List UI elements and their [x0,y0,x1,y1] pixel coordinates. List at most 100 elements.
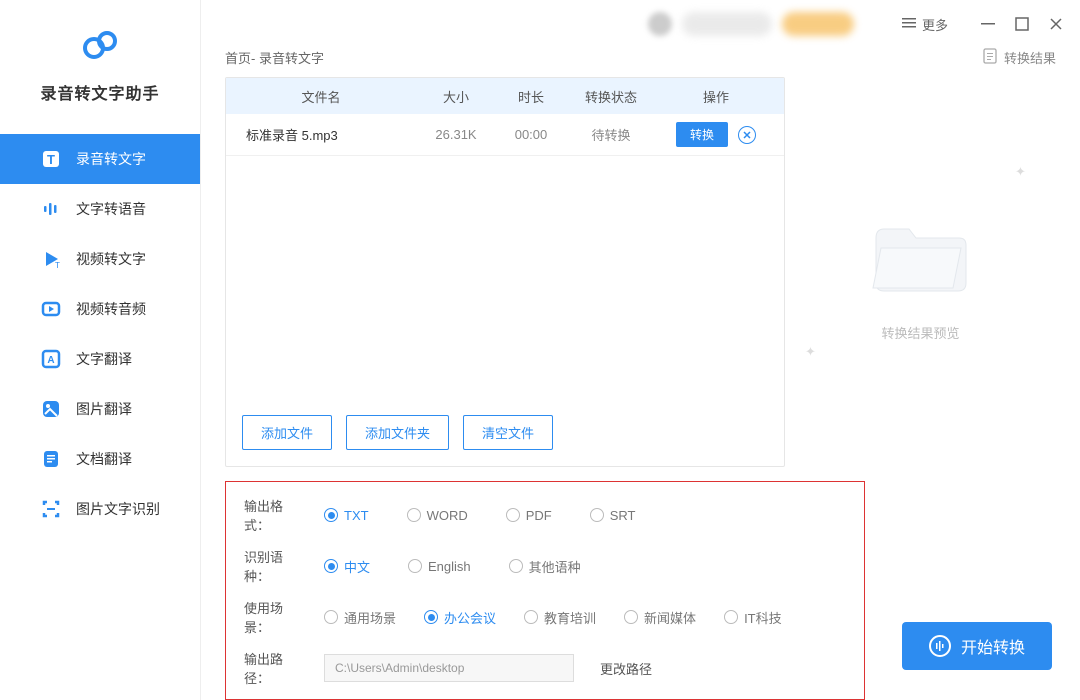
sidebar: 录音转文字助手 T 录音转文字 文字转语音 T 视频转文字 视频转音频 A 文字… [0,0,200,700]
nav-video-to-text[interactable]: T 视频转文字 [0,234,200,284]
radio-other-lang[interactable]: 其他语种 [509,557,581,576]
row-output-path: 输出路径： 更改路径 [244,649,846,687]
preview-placeholder: 转换结果预览 [881,323,959,342]
convert-button[interactable]: 转换 [676,122,728,147]
table-header: 文件名 大小 时长 转换状态 操作 [226,78,784,114]
cell-size: 26.31K [416,127,496,142]
nav-text-to-speech[interactable]: 文字转语音 [0,184,200,234]
nav-image-translate[interactable]: 图片翻译 [0,384,200,434]
radio-it[interactable]: IT科技 [724,608,782,627]
more-button[interactable]: 更多 [894,11,956,38]
format-options: TXT WORD PDF SRT [324,508,636,523]
sparkle-icon: ✦ [805,344,816,360]
minimize-button[interactable] [980,16,996,32]
app-name: 录音转文字助手 [40,80,159,104]
col-header-name: 文件名 [226,87,416,106]
translate-text-icon: A [40,348,62,370]
start-label: 开始转换 [961,634,1025,658]
start-convert-button[interactable]: 开始转换 [902,622,1052,670]
username [682,12,772,36]
nav-text-translate[interactable]: A 文字翻译 [0,334,200,384]
close-button[interactable] [1048,16,1064,32]
result-link[interactable]: 转换结果 [982,48,1056,67]
nav: T 录音转文字 文字转语音 T 视频转文字 视频转音频 A 文字翻译 图片翻译 [0,134,200,534]
video-audio-icon [40,298,62,320]
maximize-button[interactable] [1014,16,1030,32]
breadcrumb-row: 首页- 录音转文字 转换结果 [201,48,1080,77]
app-logo-icon [78,24,122,68]
clear-files-button[interactable]: 清空文件 [463,415,553,450]
more-label: 更多 [922,15,948,34]
titlebar: 更多 [201,0,1080,48]
play-icon: T [40,248,62,270]
translate-image-icon [40,398,62,420]
col-header-action: 操作 [656,87,776,106]
vip-badge[interactable] [782,12,854,36]
remove-row-button[interactable] [738,126,756,144]
breadcrumb: 首页- 录音转文字 [225,48,324,67]
folder-icon [861,203,981,303]
radio-chinese[interactable]: 中文 [324,557,370,576]
nav-image-ocr[interactable]: 图片文字识别 [0,484,200,534]
content: 文件名 大小 时长 转换状态 操作 标准录音 5.mp3 26.31K 00:0… [201,77,1080,467]
window-controls [980,16,1064,32]
radio-news[interactable]: 新闻媒体 [624,608,696,627]
sparkle-icon: ✦ [1015,164,1026,180]
doc-result-icon [982,48,998,67]
options-panel: 输出格式： TXT WORD PDF SRT 识别语种： 中文 English … [225,481,865,700]
svg-text:A: A [47,355,54,366]
label-output-format: 输出格式： [244,496,308,534]
change-path-button[interactable]: 更改路径 [600,659,652,678]
radio-srt[interactable]: SRT [590,508,636,523]
label-output-path: 输出路径： [244,649,308,687]
main: 更多 首页- 录音转文字 转换结果 文件名 大小 时长 [200,0,1080,700]
radio-word[interactable]: WORD [407,508,468,523]
doc-icon [40,448,62,470]
hamburger-icon [902,16,916,33]
nav-label: 文档翻译 [76,449,132,469]
output-path-input[interactable] [324,654,574,682]
row-scene: 使用场景： 通用场景 办公会议 教育培训 新闻媒体 IT科技 [244,598,846,636]
nav-audio-to-text[interactable]: T 录音转文字 [0,134,200,184]
logo-area: 录音转文字助手 [0,24,200,104]
col-header-duration: 时长 [496,87,566,106]
label-language: 识别语种： [244,547,308,585]
convert-icon [929,635,951,657]
col-header-status: 转换状态 [566,87,656,106]
scene-options: 通用场景 办公会议 教育培训 新闻媒体 IT科技 [324,608,782,627]
cell-action: 转换 [656,122,776,147]
nav-label: 图片文字识别 [76,499,160,519]
nav-label: 文字翻译 [76,349,132,369]
nav-doc-translate[interactable]: 文档翻译 [0,434,200,484]
file-table-pane: 文件名 大小 时长 转换状态 操作 标准录音 5.mp3 26.31K 00:0… [225,77,785,467]
scan-icon [40,498,62,520]
add-file-button[interactable]: 添加文件 [242,415,332,450]
cell-duration: 00:00 [496,127,566,142]
svg-text:T: T [47,152,55,167]
nav-label: 视频转文字 [76,249,146,269]
col-header-size: 大小 [416,87,496,106]
avatar[interactable] [648,12,672,36]
radio-office[interactable]: 办公会议 [424,608,496,627]
radio-general[interactable]: 通用场景 [324,608,396,627]
result-link-label: 转换结果 [1004,48,1056,67]
soundwave-icon [40,198,62,220]
nav-label: 文字转语音 [76,199,146,219]
cell-status: 待转换 [566,125,656,144]
add-folder-button[interactable]: 添加文件夹 [346,415,449,450]
svg-text:T: T [55,261,60,269]
nav-label: 视频转音频 [76,299,146,319]
nav-label: 录音转文字 [76,149,146,169]
radio-pdf[interactable]: PDF [506,508,552,523]
table-body: 标准录音 5.mp3 26.31K 00:00 待转换 转换 [226,114,784,399]
text-icon: T [40,148,62,170]
row-output-format: 输出格式： TXT WORD PDF SRT [244,496,846,534]
nav-video-to-audio[interactable]: 视频转音频 [0,284,200,334]
radio-education[interactable]: 教育培训 [524,608,596,627]
radio-english[interactable]: English [408,559,471,574]
nav-label: 图片翻译 [76,399,132,419]
label-scene: 使用场景： [244,598,308,636]
table-row: 标准录音 5.mp3 26.31K 00:00 待转换 转换 [226,114,784,156]
row-language: 识别语种： 中文 English 其他语种 [244,547,846,585]
radio-txt[interactable]: TXT [324,508,369,523]
